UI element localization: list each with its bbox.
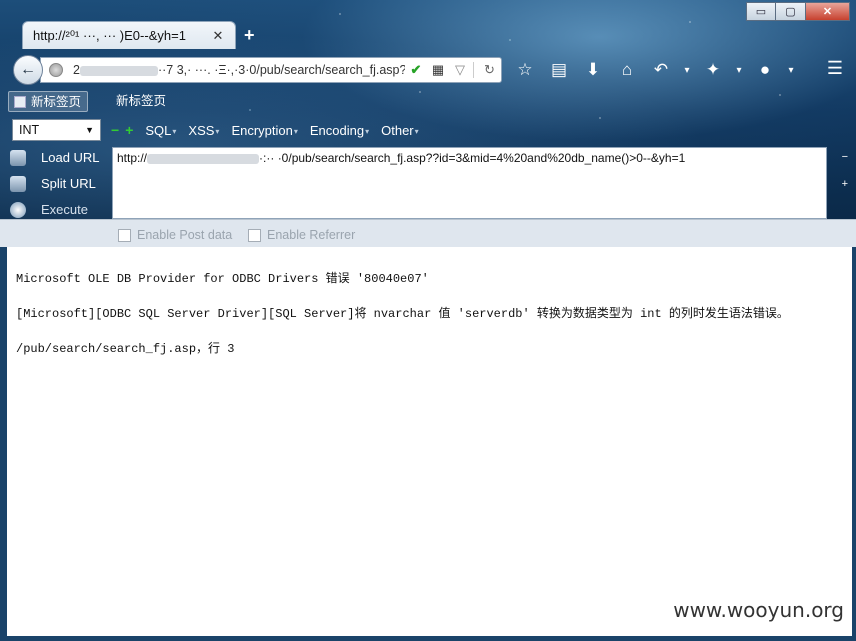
load-url-icon	[10, 150, 26, 166]
redacted-host	[147, 153, 260, 164]
window-frame	[0, 247, 7, 641]
load-url-button[interactable]: Load URL	[10, 147, 100, 173]
hackbar-actions: Load URL Split URL Execute	[10, 147, 100, 225]
arrow-left-icon: ←	[20, 61, 36, 78]
chevron-down-icon[interactable]: ▾	[678, 58, 696, 82]
split-url-icon	[10, 176, 26, 192]
hackbar-url-textarea[interactable]: http://·:·· ·0/pub/search/search_fj.asp?…	[112, 147, 827, 219]
tab-close-icon[interactable]: ✕	[209, 28, 227, 44]
watermark: www.wooyun.org	[673, 598, 844, 622]
url-bar[interactable]: 2 ··7 3,· ···. ·Ξ·,·3·0/pub/search/search…	[40, 57, 502, 83]
undo-icon[interactable]: ↶	[644, 58, 678, 82]
maximize-button[interactable]: ▢	[776, 2, 806, 21]
error-location: /pub/search/search_fj.asp，行 3	[16, 342, 235, 356]
profile-icon[interactable]: ●	[748, 58, 782, 82]
expand-button[interactable]: +	[842, 178, 848, 190]
menu-other[interactable]: Other▾	[381, 123, 419, 138]
shrink-button[interactable]: −	[842, 151, 848, 163]
split-url-button[interactable]: Split URL	[10, 173, 100, 199]
browser-tab[interactable]: http://²⁰¹ ···, ··· )E0--&yh=1 ✕	[22, 21, 236, 49]
page-content: Microsoft OLE DB Provider for ODBC Drive…	[7, 247, 852, 636]
hackbar-options: Enable Post data Enable Referrer	[0, 219, 856, 247]
url-text: 2 ··7 3,· ···. ·Ξ·,·3·0/pub/search/search…	[73, 63, 405, 77]
tab-title: http://²⁰¹ ···, ··· )E0--&yh=1	[33, 27, 186, 43]
menu-encryption[interactable]: Encryption▾	[231, 123, 297, 138]
increment-button[interactable]: +	[125, 122, 133, 138]
toolbar-icons: ☆ ▤ ⬇ ⌂ ↶ ▾ ✦ ▾ ● ▾	[508, 58, 800, 82]
reload-icon[interactable]: ↻	[473, 62, 499, 78]
redacted-host	[79, 65, 158, 76]
chevron-down-icon[interactable]: ▾	[782, 58, 800, 82]
hamburger-menu-icon[interactable]: ☰	[822, 58, 848, 82]
dropdown-arrow-icon[interactable]: ▽	[451, 62, 469, 78]
bookmark-item[interactable]: 新标签页	[8, 91, 89, 112]
minimize-button[interactable]: ▭	[746, 2, 776, 21]
window-frame	[852, 247, 856, 641]
download-icon[interactable]: ⬇	[576, 58, 610, 82]
site-identity-icon[interactable]	[49, 63, 63, 77]
decrement-button[interactable]: −	[111, 122, 119, 138]
type-select-value: INT	[19, 123, 40, 137]
chevron-down-icon[interactable]: ▾	[730, 58, 748, 82]
new-tab-button[interactable]: +	[244, 25, 255, 46]
window-controls: ▭ ▢ ✕	[746, 2, 850, 21]
home-icon[interactable]: ⌂	[610, 58, 644, 82]
post-data-checkbox[interactable]: Enable Post data	[118, 228, 232, 242]
window-frame	[0, 636, 856, 641]
menu-sql[interactable]: SQL▾	[145, 123, 176, 138]
back-button[interactable]: ←	[13, 55, 43, 85]
menu-encoding[interactable]: Encoding▾	[310, 123, 369, 138]
bookmarks-toolbar: 新标签页 新标签页	[8, 91, 172, 112]
play-icon	[10, 202, 26, 218]
error-message: [Microsoft][ODBC SQL Server Driver][SQL …	[16, 307, 789, 321]
menu-xss[interactable]: XSS▾	[188, 123, 219, 138]
bookmark-label: 新标签页	[31, 95, 82, 109]
close-window-button[interactable]: ✕	[806, 2, 850, 21]
addon-icon[interactable]: ✦	[696, 58, 730, 82]
chevron-down-icon: ▼	[85, 125, 94, 135]
type-select[interactable]: INT ▼	[12, 119, 101, 141]
referrer-checkbox[interactable]: Enable Referrer	[248, 228, 355, 242]
shield-icon[interactable]: ✔	[407, 62, 425, 78]
error-title: Microsoft OLE DB Provider for ODBC Drive…	[16, 272, 429, 286]
navigation-bar: 2 ··7 3,· ···. ·Ξ·,·3·0/pub/search/search…	[0, 49, 856, 89]
reading-list-icon[interactable]: ▤	[542, 58, 576, 82]
bookmark-item[interactable]: 新标签页	[94, 91, 172, 112]
qr-code-icon[interactable]: ▦	[429, 62, 447, 78]
bookmark-label: 新标签页	[116, 94, 167, 108]
hackbar-toolbar: INT ▼ − + SQL▾ XSS▾ Encryption▾ Encoding…	[8, 116, 848, 144]
bookmark-star-icon[interactable]: ☆	[508, 58, 542, 82]
page-icon	[14, 96, 26, 108]
